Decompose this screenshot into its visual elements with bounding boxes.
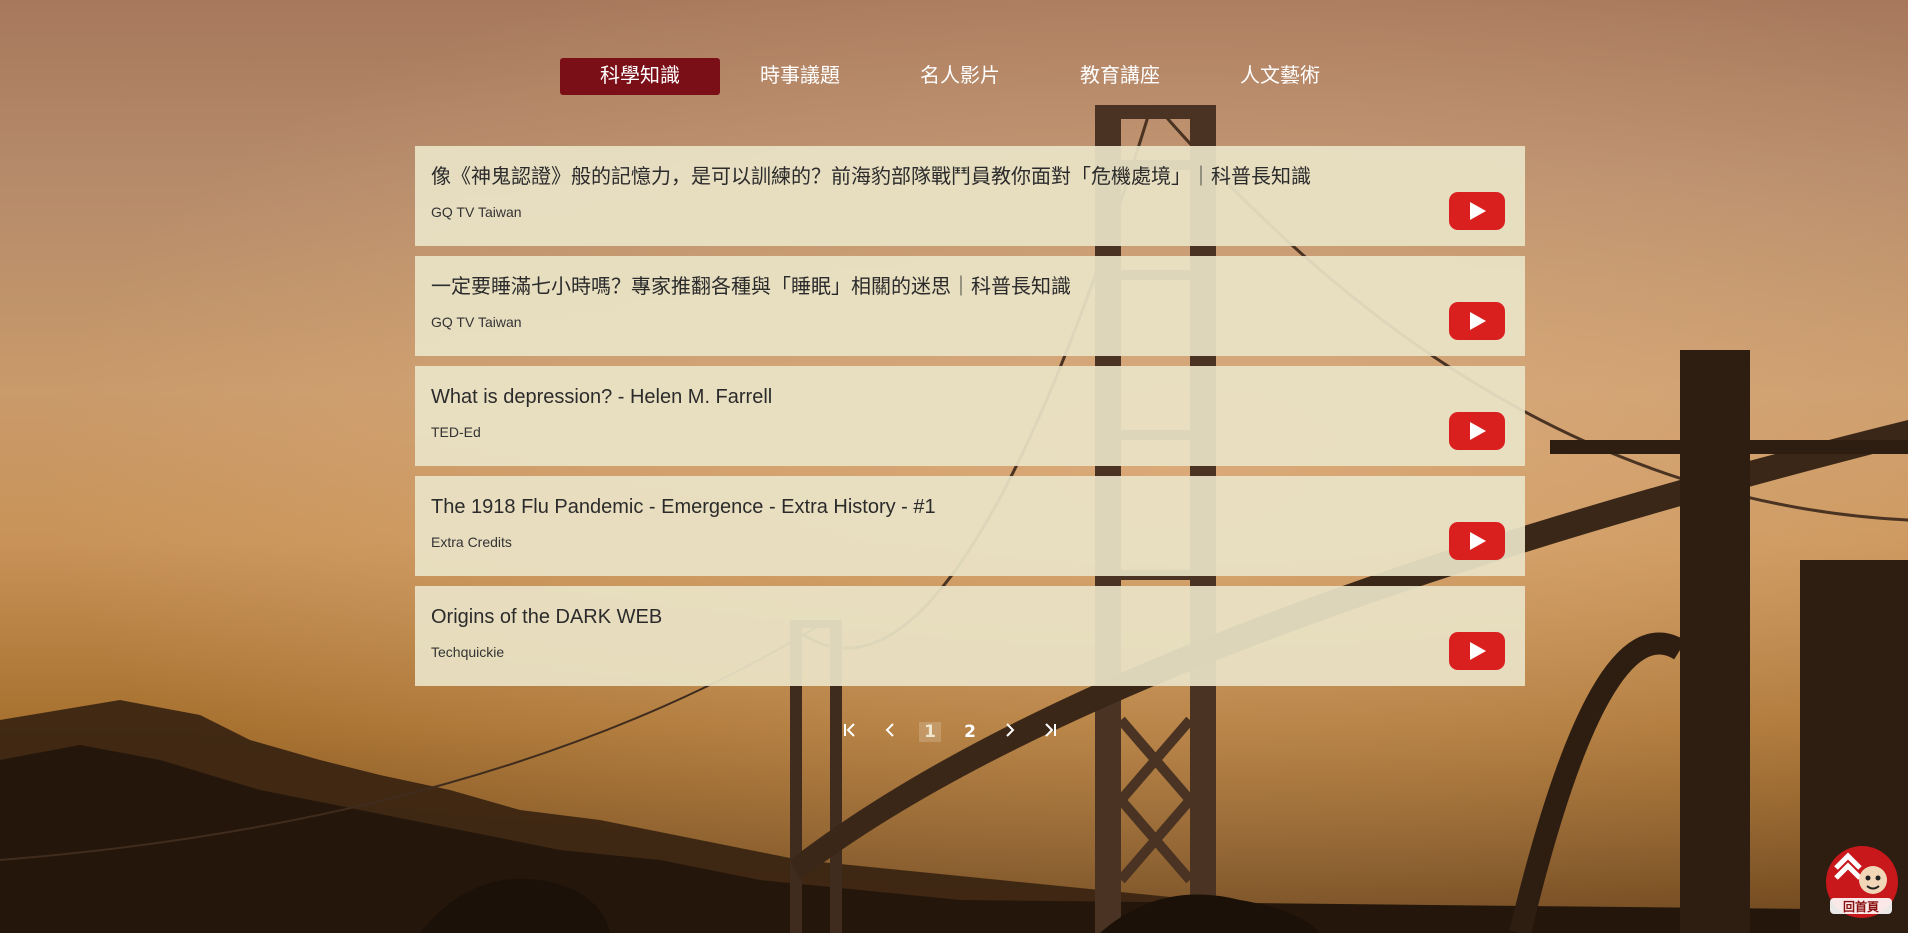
video-channel: Extra Credits bbox=[431, 534, 512, 550]
video-list: 像《神鬼認證》般的記憶力，是可以訓練的？前海豹部隊戰鬥員教你面對「危機處境」｜科… bbox=[415, 146, 1525, 696]
youtube-play-icon[interactable] bbox=[1449, 632, 1505, 670]
back-to-top-button[interactable]: 回首頁 bbox=[1818, 838, 1900, 920]
video-title[interactable]: What is depression? - Helen M. Farrell bbox=[431, 384, 1509, 410]
video-card[interactable]: Origins of the DARK WEB Techquickie bbox=[415, 586, 1525, 686]
tab-humanities-arts[interactable]: 人文藝術 bbox=[1200, 58, 1360, 95]
video-channel: TED-Ed bbox=[431, 424, 481, 440]
youtube-play-icon[interactable] bbox=[1449, 522, 1505, 560]
page-2-link[interactable]: 2 bbox=[950, 722, 990, 742]
video-title[interactable]: 一定要睡滿七小時嗎？專家推翻各種與「睡眠」相關的迷思｜科普長知識 bbox=[431, 274, 1509, 300]
youtube-play-icon[interactable] bbox=[1449, 302, 1505, 340]
back-to-top-label: 回首頁 bbox=[1842, 900, 1879, 914]
tab-celebrity-videos[interactable]: 名人影片 bbox=[880, 58, 1040, 95]
video-channel: GQ TV Taiwan bbox=[431, 314, 522, 330]
video-card[interactable]: 像《神鬼認證》般的記憶力，是可以訓練的？前海豹部隊戰鬥員教你面對「危機處境」｜科… bbox=[415, 146, 1525, 246]
youtube-play-icon[interactable] bbox=[1449, 192, 1505, 230]
tab-education-lectures[interactable]: 教育講座 bbox=[1040, 58, 1200, 95]
video-title[interactable]: Origins of the DARK WEB bbox=[431, 604, 1509, 630]
tab-current-affairs[interactable]: 時事議題 bbox=[720, 58, 880, 95]
video-title[interactable]: 像《神鬼認證》般的記憶力，是可以訓練的？前海豹部隊戰鬥員教你面對「危機處境」｜科… bbox=[431, 164, 1509, 190]
video-title[interactable]: The 1918 Flu Pandemic - Emergence - Extr… bbox=[431, 494, 1509, 520]
tab-science[interactable]: 科學知識 bbox=[560, 58, 720, 95]
page-1-link[interactable]: 1 bbox=[919, 722, 941, 742]
last-page-icon[interactable] bbox=[1030, 722, 1070, 742]
pagination: 1 2 bbox=[830, 719, 1070, 745]
category-tabs: 科學知識 時事議題 名人影片 教育講座 人文藝術 bbox=[560, 58, 1360, 95]
next-page-icon[interactable] bbox=[990, 722, 1030, 742]
prev-page-icon[interactable] bbox=[870, 722, 910, 742]
first-page-icon[interactable] bbox=[830, 722, 870, 742]
video-card[interactable]: 一定要睡滿七小時嗎？專家推翻各種與「睡眠」相關的迷思｜科普長知識 GQ TV T… bbox=[415, 256, 1525, 356]
video-channel: Techquickie bbox=[431, 644, 505, 660]
youtube-play-icon[interactable] bbox=[1449, 412, 1505, 450]
video-channel: GQ TV Taiwan bbox=[431, 204, 522, 220]
video-card[interactable]: What is depression? - Helen M. Farrell T… bbox=[415, 366, 1525, 466]
video-card[interactable]: The 1918 Flu Pandemic - Emergence - Extr… bbox=[415, 476, 1525, 576]
